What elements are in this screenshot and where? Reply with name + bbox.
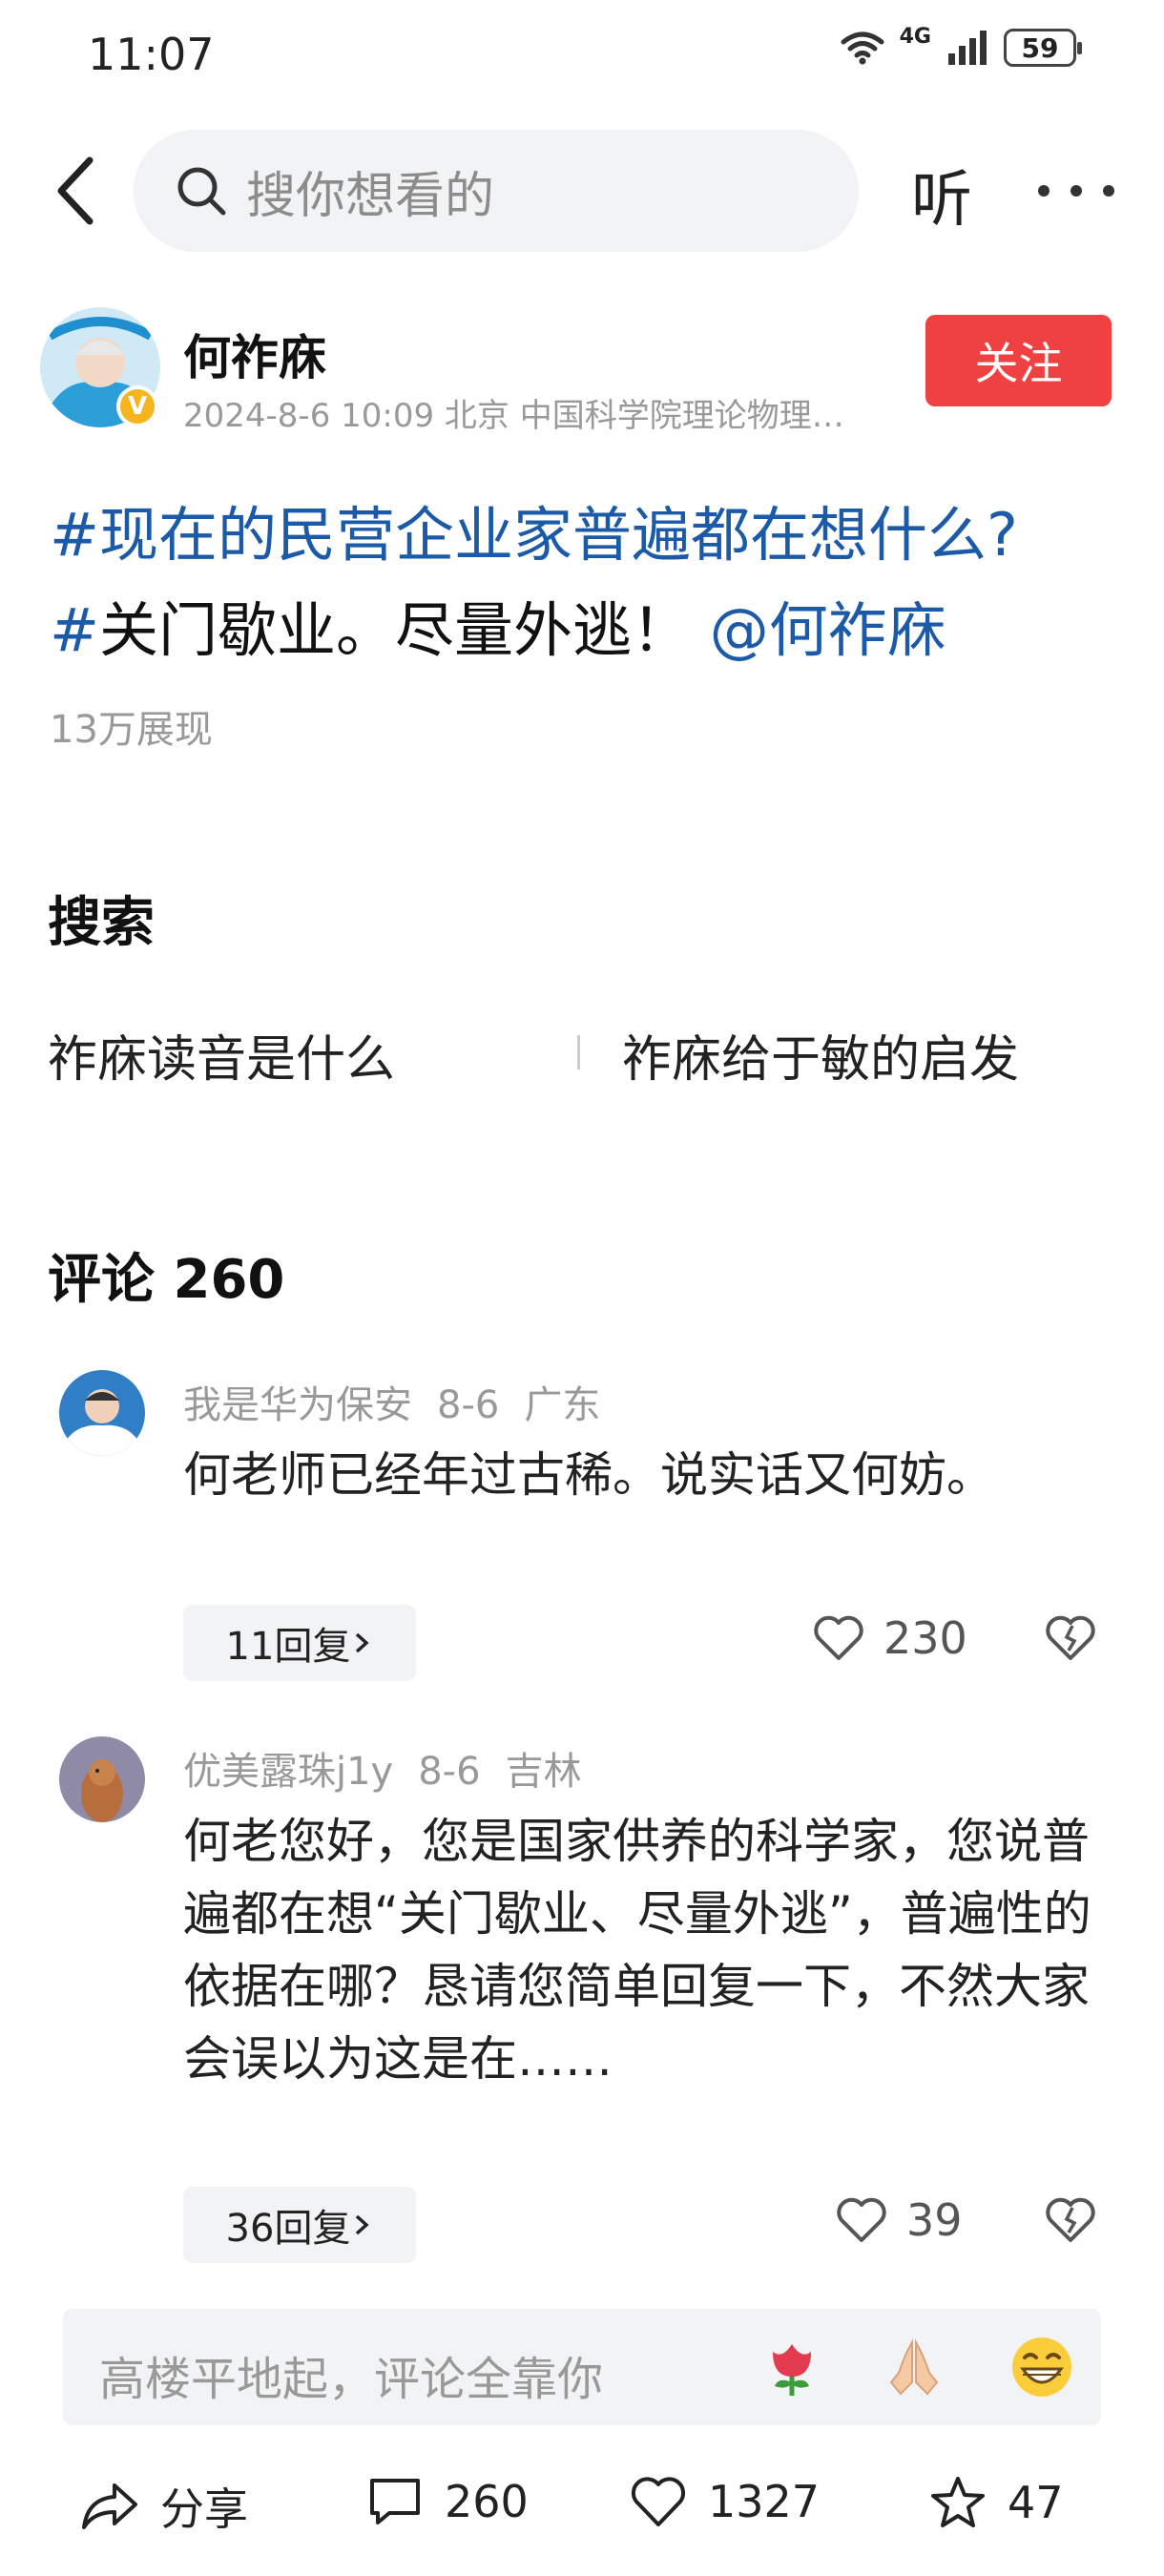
commenter-name[interactable]: 优美露珠j1y <box>183 1750 393 1794</box>
post-topic-line: #现在的民营企业家普遍都在想什么? <box>50 506 1018 565</box>
search-icon <box>177 167 226 216</box>
battery-level: 59 <box>1021 31 1059 64</box>
share-icon <box>82 2483 137 2529</box>
view-count: 13万展现 <box>50 708 213 752</box>
dislike-button[interactable] <box>1044 2196 1097 2248</box>
commenter-name[interactable]: 我是华为保安 <box>183 1383 412 1427</box>
follow-button[interactable]: 关注 <box>925 315 1112 406</box>
heart-icon <box>814 1615 863 1660</box>
search-input[interactable]: 搜你想看的 <box>134 130 859 252</box>
comments-count: 260 <box>445 2476 529 2527</box>
status-time: 11:07 <box>88 29 215 80</box>
post-text-line: #关门歇业。尽量外逃！ @何祚庥 <box>50 601 946 660</box>
grin-emoji-icon[interactable] <box>1009 2335 1074 2399</box>
commenter-avatar-image <box>59 1370 145 1456</box>
commenter-avatar-image <box>59 1736 145 1822</box>
comment-like-button[interactable]: 230 <box>813 1612 967 1664</box>
broken-heart-icon <box>1046 2197 1095 2242</box>
rose-emoji-icon[interactable] <box>759 2335 824 2399</box>
post-hashtag[interactable]: #现在的民营企业家普遍都在想什么? <box>50 500 1018 570</box>
chevron-right-icon <box>356 2214 370 2235</box>
comment-header: 优美露珠j1y 8-6 吉林 <box>183 1740 607 1796</box>
post-meta: 2024-8-6 10:09 北京 中国科学院理论物理… <box>183 397 844 435</box>
status-icons: 4G 59 <box>841 25 1082 67</box>
post-topic: 现在的民营企业家普遍都在想什么? <box>98 500 1018 570</box>
comment-header: 我是华为保安 8-6 广东 <box>183 1374 625 1429</box>
more-button[interactable] <box>1038 153 1114 229</box>
broken-heart-icon <box>1046 1615 1095 1660</box>
comment-location: 吉林 <box>505 1750 582 1794</box>
verified-badge-icon: V <box>116 385 158 427</box>
star-icon <box>931 2477 985 2527</box>
commenter-avatar[interactable] <box>59 1736 145 1822</box>
hash-mark[interactable]: # <box>50 595 99 665</box>
replies-button[interactable]: 36回复 <box>183 2187 416 2263</box>
listen-button[interactable]: 听 <box>911 151 972 239</box>
signal-icon <box>948 31 987 65</box>
heart-icon <box>837 2197 886 2242</box>
dislike-button[interactable] <box>1044 1614 1097 1666</box>
share-label: 分享 <box>160 2483 248 2535</box>
network-type: 4G <box>899 24 931 49</box>
more-dot-icon <box>1070 185 1082 197</box>
likes-count: 1327 <box>708 2476 821 2527</box>
comments-section-title: 评论 260 <box>48 1249 285 1311</box>
post-text: 关门歇业。尽量外逃！ <box>98 595 691 665</box>
commenter-avatar[interactable] <box>59 1370 145 1456</box>
reply-count: 11回复 <box>225 1625 351 1669</box>
post-mention[interactable]: @何祚庥 <box>710 595 946 665</box>
search-section-title: 搜索 <box>48 892 155 954</box>
more-dot-icon <box>1038 185 1050 197</box>
favorite-button[interactable]: 47 <box>929 2475 1064 2530</box>
more-dot-icon <box>1103 185 1114 197</box>
chevron-left-icon <box>57 156 94 225</box>
heart-icon <box>631 2477 686 2526</box>
comment-input[interactable]: 高楼平地起，评论全靠你 <box>99 2341 603 2408</box>
comment-like-button[interactable]: 39 <box>836 2194 963 2246</box>
share-button[interactable]: 分享 <box>80 2475 248 2538</box>
search-suggestion[interactable]: 祚庥给于敏的启发 <box>622 1019 1019 1091</box>
comment-icon <box>370 2479 420 2524</box>
back-button[interactable] <box>48 153 105 229</box>
pray-hands-emoji-icon[interactable] <box>882 2335 946 2399</box>
search-placeholder: 搜你想看的 <box>246 167 495 225</box>
search-suggestion[interactable]: 祚庥读音是什么 <box>48 1019 395 1091</box>
reply-count: 36回复 <box>225 2207 351 2251</box>
like-count: 39 <box>906 2194 963 2246</box>
comment-date: 8-6 <box>418 1750 481 1794</box>
suggestion-divider <box>577 1035 580 1070</box>
wifi-icon <box>841 31 884 65</box>
replies-button[interactable]: 11回复 <box>183 1605 416 1681</box>
comment-location: 广东 <box>524 1383 601 1427</box>
hash-mark: # <box>50 500 99 570</box>
like-button[interactable]: 1327 <box>630 2475 820 2528</box>
comment-text: 何老您好，您是国家供养的科学家，您说普遍都在想“关门歇业、尽量外逃”，普遍性的依… <box>183 1814 1091 2087</box>
chevron-right-icon <box>356 1632 370 1653</box>
battery-icon: 59 <box>1004 29 1082 67</box>
comment-text: 何老师已经年过古稀。说实话又何妨。 <box>183 1447 994 1503</box>
favorites-count: 47 <box>1008 2477 1064 2528</box>
comments-button[interactable]: 260 <box>366 2475 529 2528</box>
comment-date: 8-6 <box>437 1383 500 1427</box>
author-name[interactable]: 何祚庥 <box>183 320 326 388</box>
like-count: 230 <box>883 1612 967 1664</box>
